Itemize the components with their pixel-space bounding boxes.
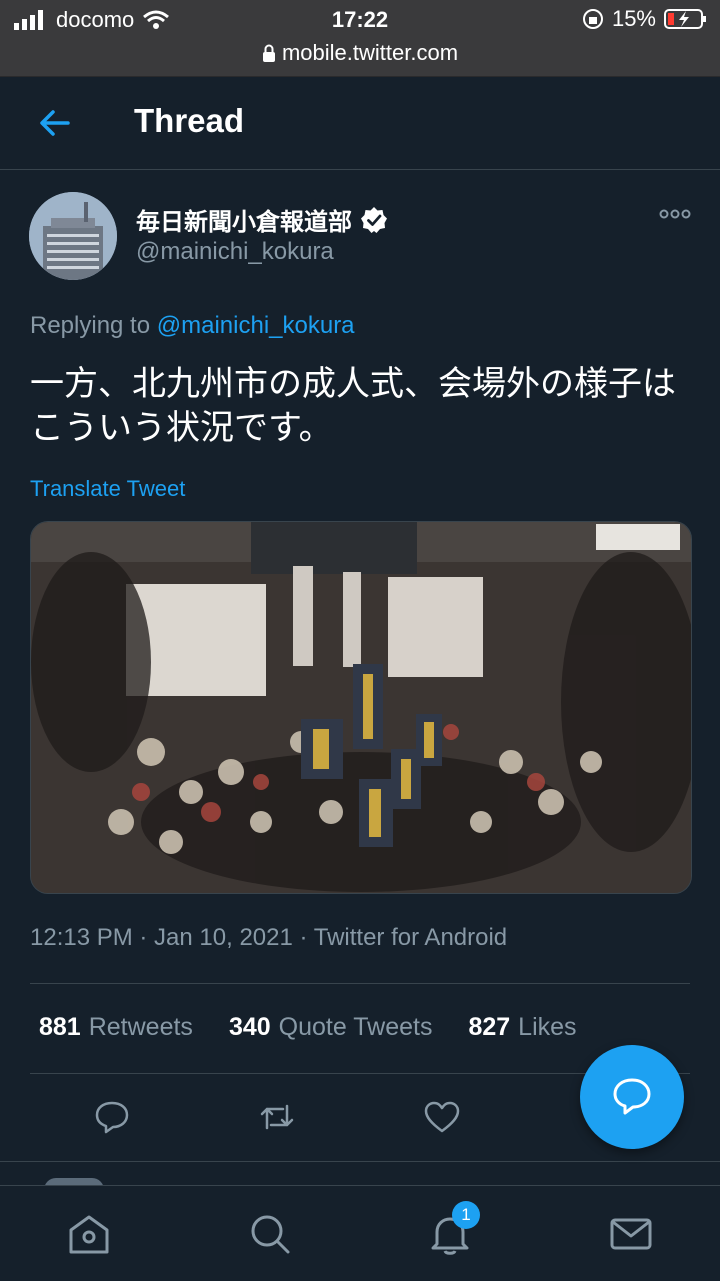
thread-header: Thread	[0, 76, 720, 170]
translate-tweet-link[interactable]: Translate Tweet	[30, 476, 185, 502]
battery-charging-icon	[664, 9, 706, 29]
author-name-row[interactable]: 毎日新聞小倉報道部	[136, 202, 388, 237]
crowd-photo	[31, 522, 691, 893]
browser-url-bar[interactable]: mobile.twitter.com	[0, 40, 720, 77]
tweet-timestamp-source: 12:13 PM · Jan 10, 2021 · Twitter for An…	[30, 924, 508, 951]
page-title: Thread	[134, 102, 245, 139]
orientation-lock-icon	[582, 9, 603, 29]
replying-prefix: Replying to	[30, 312, 151, 339]
retweets-stat[interactable]: 881 Retweets	[39, 1013, 193, 1042]
retweet-icon[interactable]	[258, 1098, 296, 1136]
verified-badge-icon	[361, 206, 387, 233]
author-handle[interactable]: @mainichi_kokura	[136, 238, 334, 266]
like-heart-icon[interactable]	[423, 1098, 461, 1136]
lock-icon	[262, 44, 275, 62]
likes-stat[interactable]: 827 Likes	[468, 1013, 576, 1042]
retweets-label: Retweets	[88, 1013, 193, 1041]
message-bubble-icon	[613, 1078, 651, 1115]
quote-tweets-count: 340	[228, 1013, 271, 1041]
author-name: 毎日新聞小倉報道部	[136, 209, 352, 236]
battery-percent: 15%	[611, 6, 656, 31]
divider	[30, 983, 690, 984]
status-right: 15%	[582, 6, 708, 32]
notifications-badge: 1	[452, 1201, 480, 1229]
status-bar: docomo 17:22 15%	[0, 0, 720, 40]
url-text: mobile.twitter.com	[281, 40, 459, 65]
replying-to: Replying to @mainichi_kokura	[30, 312, 355, 340]
building-image	[29, 192, 117, 280]
tweet-stats: 881 Retweets 340 Quote Tweets 827 Likes	[39, 1013, 577, 1042]
bottom-navigation	[0, 1185, 720, 1281]
back-arrow-icon[interactable]	[38, 106, 72, 140]
likes-count: 827	[468, 1013, 511, 1041]
quote-tweets-stat[interactable]: 340 Quote Tweets	[229, 1013, 433, 1042]
home-icon[interactable]	[67, 1212, 111, 1256]
more-options-icon[interactable]	[658, 204, 692, 224]
likes-label: Likes	[518, 1013, 577, 1041]
reply-icon[interactable]	[93, 1098, 131, 1136]
tweet-text: 一方、北九州市の成人式、会場外の様子はこういう状況です。	[30, 365, 676, 447]
messages-mail-icon[interactable]	[609, 1212, 653, 1256]
replying-mention-link[interactable]: @mainichi_kokura	[157, 312, 355, 339]
retweets-count: 881	[39, 1013, 81, 1041]
quote-tweets-label: Quote Tweets	[278, 1013, 433, 1041]
divider	[0, 1161, 720, 1162]
tweet-media-image[interactable]	[30, 521, 692, 894]
compose-fab-button[interactable]	[580, 1045, 684, 1149]
avatar[interactable]	[29, 192, 117, 280]
search-icon[interactable]	[248, 1212, 292, 1256]
